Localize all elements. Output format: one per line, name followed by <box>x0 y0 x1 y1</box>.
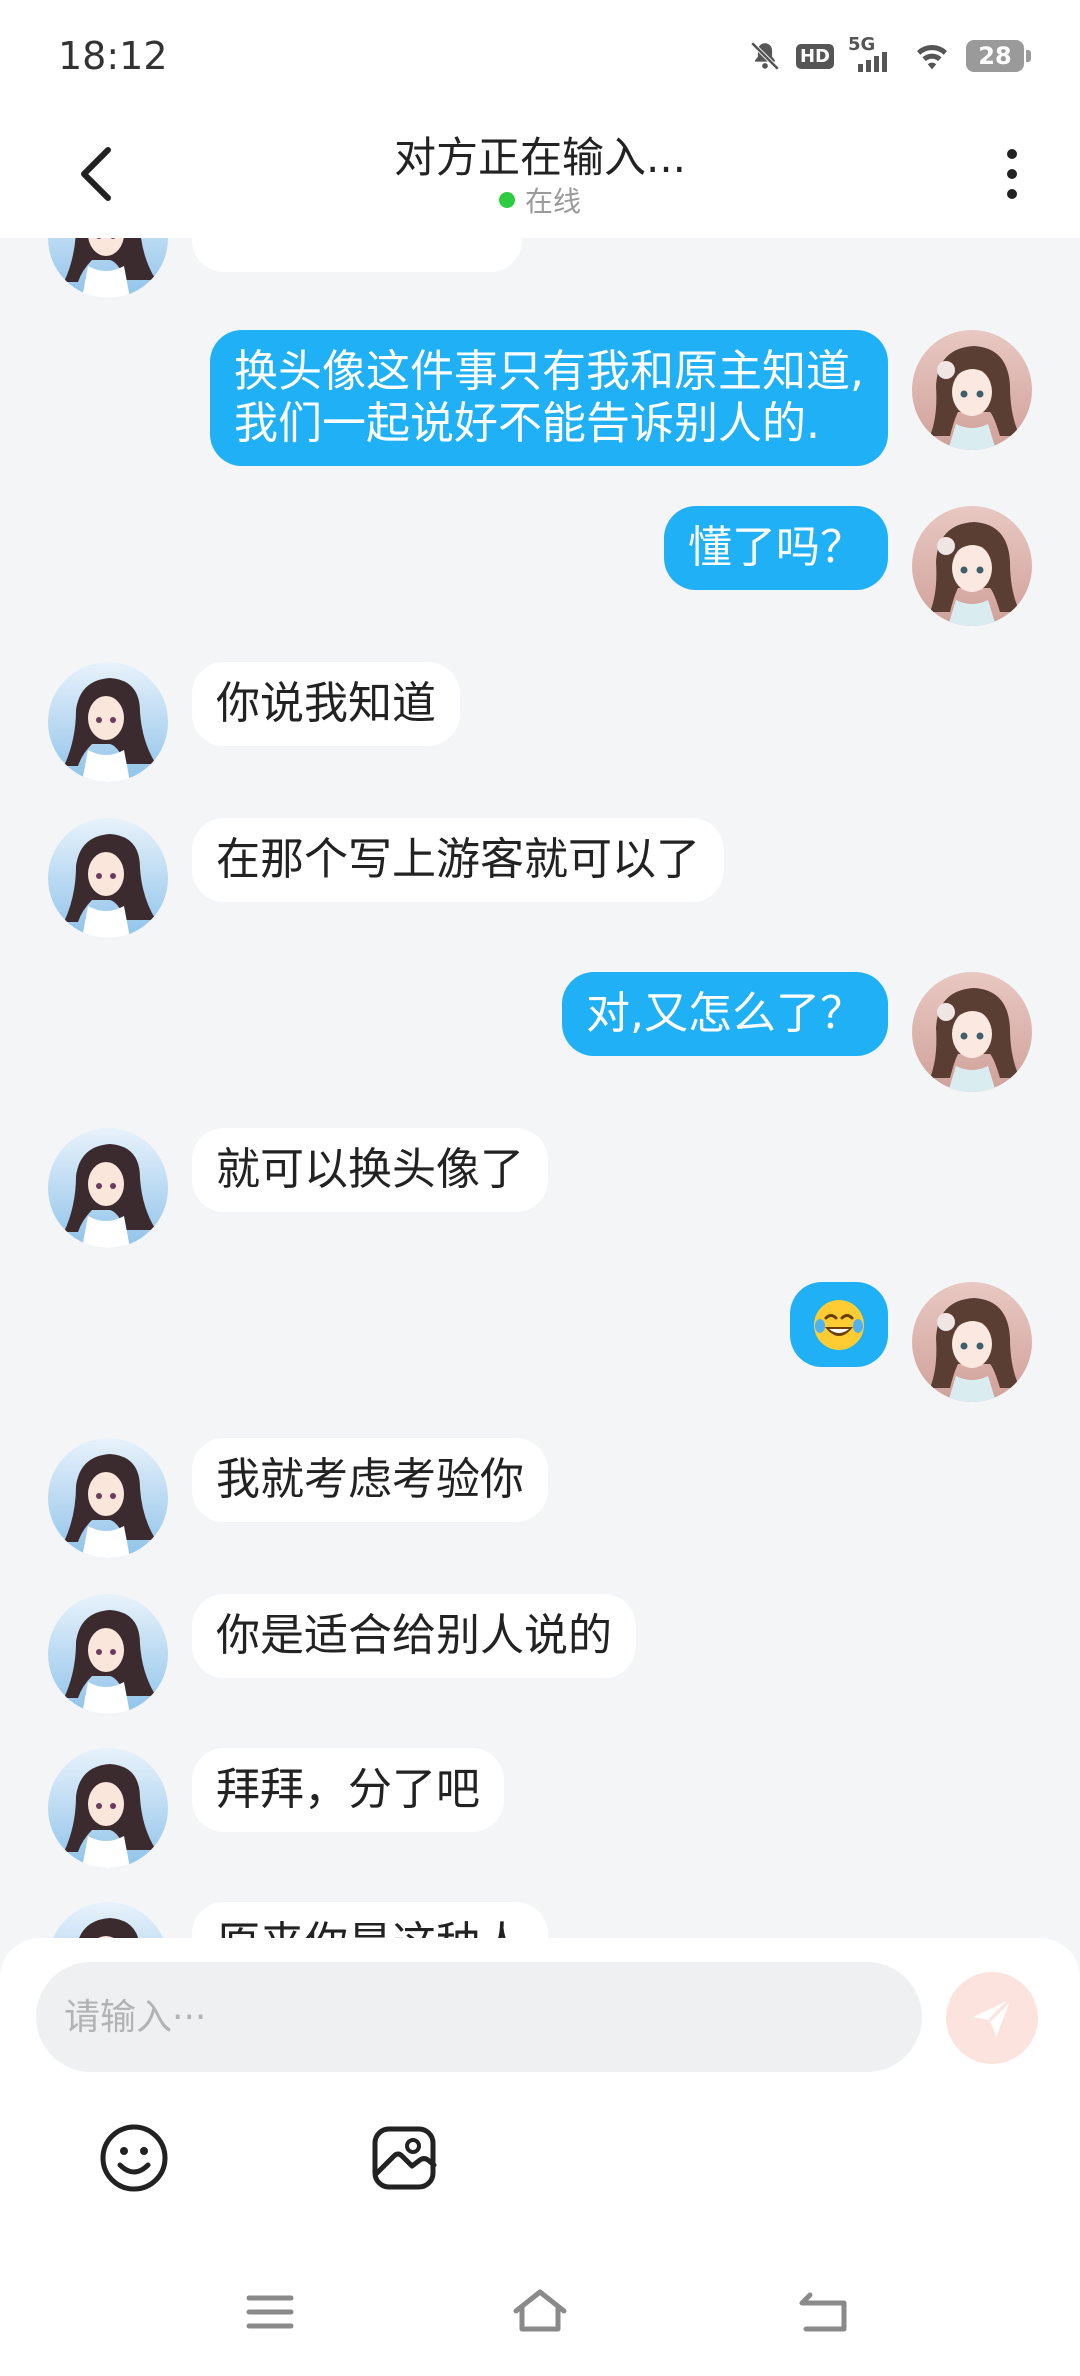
wifi-icon <box>912 39 952 73</box>
my-avatar[interactable] <box>912 972 1032 1092</box>
contact-avatar[interactable] <box>48 1594 168 1714</box>
send-icon <box>973 1998 1012 2037</box>
image-icon <box>372 2126 437 2190</box>
status-time: 18:12 <box>58 34 168 78</box>
my-avatar[interactable] <box>912 330 1032 450</box>
more-dot <box>1007 189 1017 199</box>
my-avatar[interactable] <box>912 506 1032 626</box>
message-bubble: 对,又怎么了？ <box>562 972 888 1056</box>
more-options-button[interactable] <box>992 136 1032 212</box>
contact-avatar[interactable] <box>48 662 168 782</box>
message-text-line-1: 换头像这件事只有我和原主知道, <box>234 346 864 397</box>
message-bubble: 换头像这件事只有我和原主知道, 我们一起说好不能告诉别人的. <box>210 330 888 466</box>
back-nav-icon <box>799 2292 847 2332</box>
contact-avatar[interactable] <box>48 1902 168 1938</box>
send-button[interactable] <box>946 1972 1038 2064</box>
menu-icon <box>246 2295 294 2329</box>
message-bubble: 我就考虑考验你 <box>192 1438 548 1522</box>
hd-icon: HD <box>795 43 834 69</box>
message-bubble: 原来你是这种人 <box>192 1902 548 1938</box>
contact-avatar[interactable] <box>48 1748 168 1868</box>
contact-avatar[interactable] <box>48 1128 168 1248</box>
image-button[interactable] <box>364 2118 444 2198</box>
home-nav-button[interactable] <box>510 2282 570 2342</box>
message-bubble: 拜拜，分了吧 <box>192 1748 504 1832</box>
online-status-label: 在线 <box>524 185 581 218</box>
message-bubble: 就可以换头像了 <box>192 1128 548 1212</box>
message-bubble: 在那个写上游客就可以了 <box>192 818 724 902</box>
online-dot-icon <box>498 192 515 208</box>
message-bubble: 你是适合给别人说的 <box>192 1594 636 1678</box>
emoji-button[interactable] <box>94 2118 174 2198</box>
message-input[interactable] <box>36 1962 922 2072</box>
contact-avatar[interactable] <box>48 238 168 298</box>
signal-icon: 5G <box>848 34 898 74</box>
more-dot <box>1007 149 1017 159</box>
chat-header: 对方正在输入... 在线 <box>0 110 1080 238</box>
contact-avatar[interactable] <box>48 818 168 938</box>
chat-title: 对方正在输入... <box>393 133 687 182</box>
more-dot <box>1007 169 1017 179</box>
back-nav-button[interactable] <box>794 2282 854 2342</box>
battery-indicator: 28 <box>966 40 1031 72</box>
message-bubble <box>790 1282 888 1367</box>
contact-avatar[interactable] <box>48 1438 168 1558</box>
my-avatar[interactable] <box>912 1282 1032 1402</box>
message-bubble: 你说我知道 <box>192 662 460 746</box>
smiley-icon <box>100 2124 168 2192</box>
menu-nav-button[interactable] <box>240 2282 300 2342</box>
message-text-line-2: 我们一起说好不能告诉别人的. <box>234 398 820 449</box>
message-list[interactable]: 换头像这件事只有我和原主知道, 我们一起说好不能告诉别人的. 懂了吗？ 你说我知… <box>0 238 1080 1938</box>
status-icons: HD 5G 28 <box>748 34 1031 76</box>
laughing-emoji-icon <box>812 1298 866 1352</box>
mute-bell-icon <box>748 39 782 73</box>
status-bar: 18:12 HD 5G 28 <box>0 0 1080 110</box>
message-bubble: 懂了吗？ <box>664 506 888 590</box>
message-bubble <box>192 238 522 272</box>
home-icon <box>513 2289 567 2332</box>
online-status: 在线 <box>0 180 1080 220</box>
